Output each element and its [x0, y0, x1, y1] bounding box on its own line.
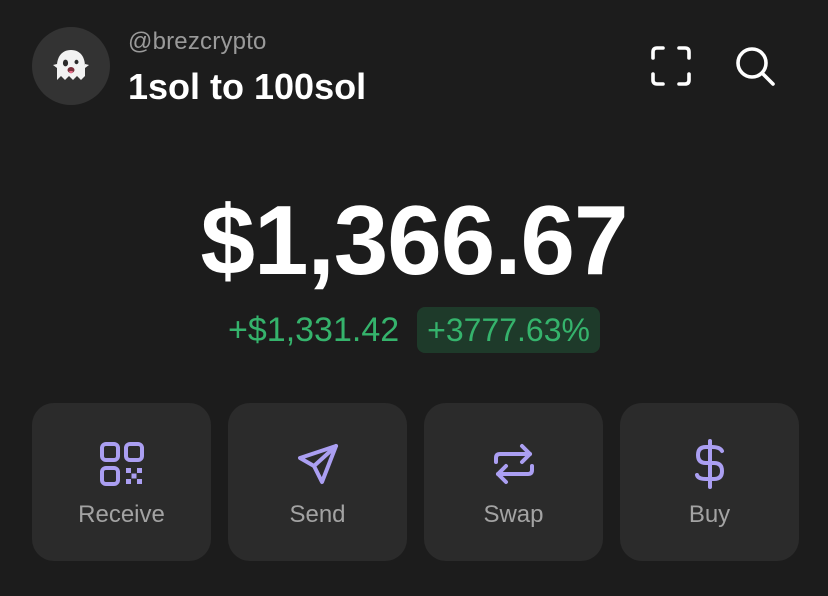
swap-icon	[493, 444, 534, 484]
dollar-icon	[694, 439, 724, 489]
swap-button[interactable]: Swap	[424, 403, 603, 561]
balance-change: +$1,331.42 +3777.63%	[0, 306, 828, 354]
scan-button[interactable]	[643, 38, 699, 94]
username[interactable]: @brezcrypto	[128, 28, 267, 56]
scan-icon	[651, 46, 691, 86]
qr-code-icon	[99, 442, 144, 486]
send-icon	[297, 444, 338, 484]
account-name[interactable]: 1sol to 100sol	[128, 66, 366, 108]
search-button[interactable]	[727, 38, 783, 94]
send-label: Send	[289, 501, 346, 528]
receive-label: Receive	[78, 501, 165, 528]
buy-button[interactable]: Buy	[620, 403, 799, 561]
search-icon	[736, 47, 775, 86]
send-button[interactable]: Send	[228, 403, 407, 561]
account-avatar[interactable]	[32, 27, 110, 105]
ghost-icon	[53, 50, 89, 80]
action-bar: Receive Send Swap Buy	[32, 403, 799, 561]
receive-button[interactable]: Receive	[32, 403, 211, 561]
change-percent-badge: +3777.63%	[417, 307, 600, 353]
header: @brezcrypto 1sol to 100sol	[0, 0, 828, 130]
total-balance: $1,366.67	[200, 185, 629, 295]
buy-label: Buy	[688, 501, 731, 528]
change-amount: +$1,331.42	[228, 311, 400, 349]
swap-label: Swap	[483, 501, 544, 528]
